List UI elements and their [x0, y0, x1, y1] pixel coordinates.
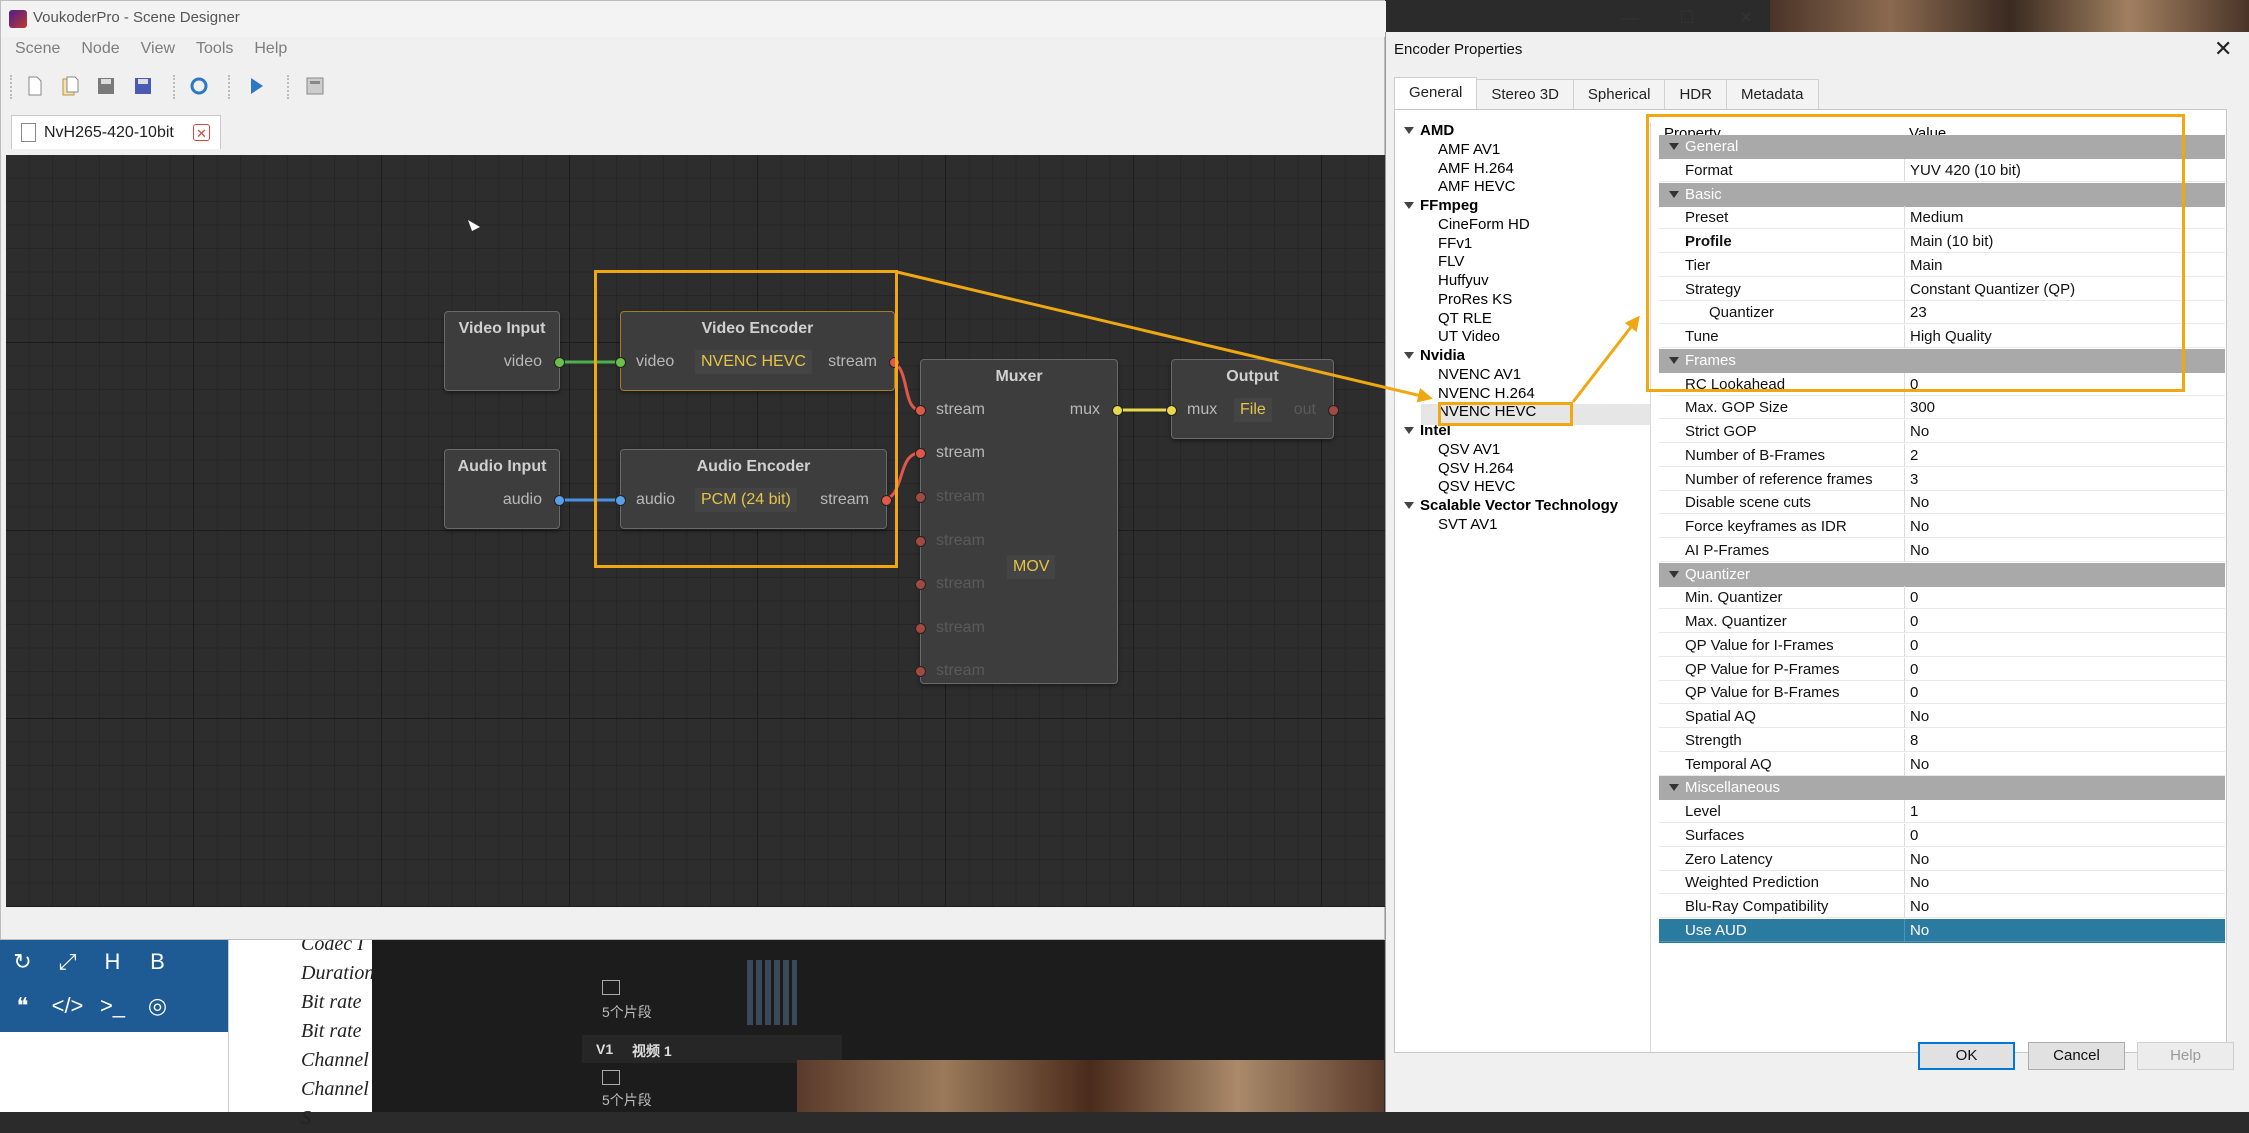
arrow-to-encoder [896, 270, 1433, 403]
arrow-to-settings [1571, 315, 1640, 403]
annotation-arrows [896, 270, 1640, 403]
